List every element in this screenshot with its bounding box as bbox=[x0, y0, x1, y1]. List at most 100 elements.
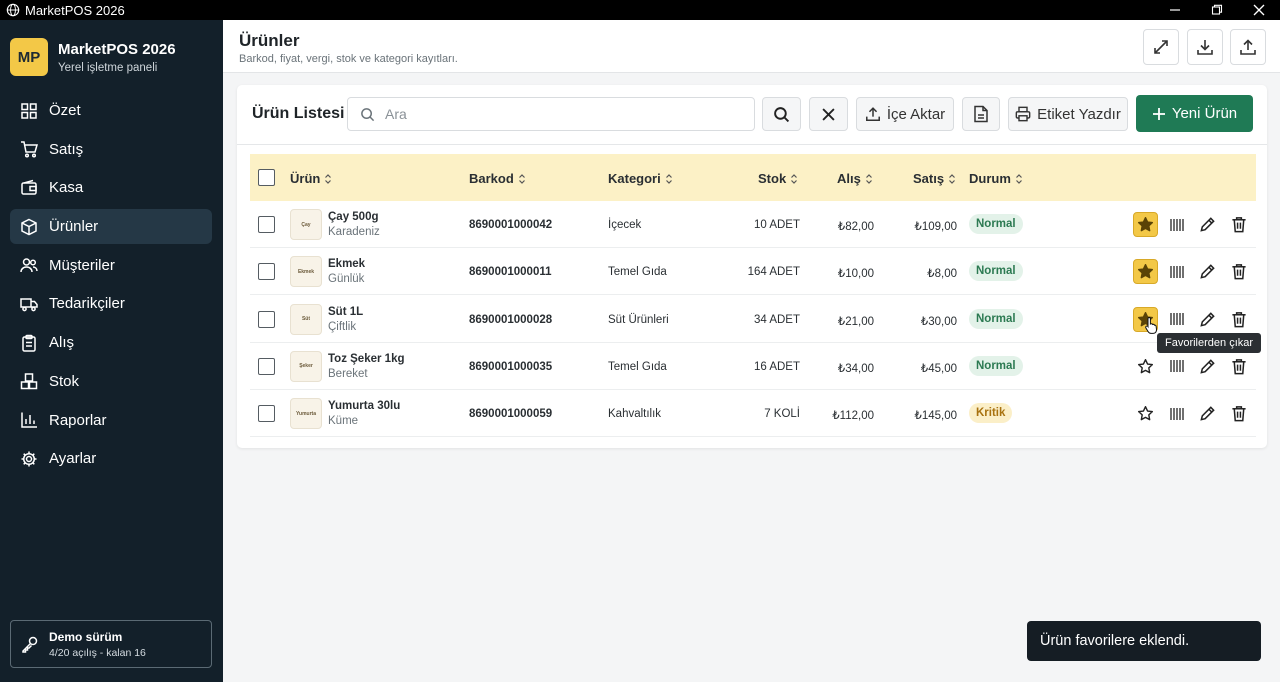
category-cell: Süt Ürünleri bbox=[608, 313, 669, 326]
edit-button[interactable] bbox=[1195, 212, 1220, 237]
table-row[interactable]: Şeker Toz Şeker 1kg Bereket 8690001000035 Te… bbox=[250, 343, 1256, 390]
barcode-button[interactable] bbox=[1164, 354, 1189, 379]
favorite-button[interactable] bbox=[1133, 401, 1158, 426]
favorite-button[interactable] bbox=[1133, 259, 1158, 285]
barcode-button[interactable] bbox=[1164, 212, 1189, 237]
sort-icon bbox=[865, 173, 872, 184]
edit-button[interactable] bbox=[1195, 259, 1220, 284]
column-header-product[interactable]: Ürün bbox=[290, 171, 332, 186]
delete-button[interactable] bbox=[1226, 212, 1251, 237]
product-name: Çay 500g bbox=[328, 211, 379, 223]
stock-cell: 34 ADET bbox=[753, 313, 800, 326]
sidebar-item-musteriler[interactable]: Müşteriler bbox=[10, 248, 212, 283]
buy-price-cell: ₺112,00 bbox=[832, 410, 874, 423]
toast-notification: Ürün favorilere eklendi. bbox=[1027, 621, 1261, 661]
row-checkbox[interactable] bbox=[258, 405, 275, 423]
star-icon bbox=[1137, 216, 1154, 232]
clear-search-button[interactable] bbox=[809, 97, 848, 131]
minimize-button[interactable] bbox=[1154, 0, 1196, 20]
buy-price-cell: ₺82,00 bbox=[837, 221, 874, 233]
sidebar-item-alis[interactable]: Alış bbox=[10, 325, 212, 360]
column-header-status[interactable]: Durum bbox=[969, 171, 1023, 186]
export-pdf-button[interactable] bbox=[962, 97, 1000, 131]
brand-logo: MP bbox=[10, 38, 48, 76]
trash-icon bbox=[1231, 406, 1246, 422]
edit-button[interactable] bbox=[1195, 354, 1220, 379]
edit-button[interactable] bbox=[1195, 307, 1220, 332]
fullscreen-icon bbox=[1154, 40, 1168, 54]
import-button[interactable]: İçe Aktar bbox=[856, 97, 954, 131]
sidebar-nav: Özet Satış Kasa Ürünler Müşteriler Tedar… bbox=[10, 93, 212, 480]
barcode-icon bbox=[1169, 313, 1184, 326]
page-title: Ürünler bbox=[239, 31, 300, 50]
window-controls bbox=[1154, 0, 1280, 20]
edit-button[interactable] bbox=[1195, 401, 1220, 426]
delete-button[interactable] bbox=[1226, 307, 1251, 332]
pencil-icon bbox=[1200, 311, 1215, 327]
license-panel[interactable]: Demo sürüm 4/20 açılış - kalan 16 bbox=[10, 620, 212, 668]
buy-price-cell: ₺21,00 bbox=[837, 315, 874, 328]
row-checkbox[interactable] bbox=[258, 216, 275, 233]
status-badge: Normal bbox=[969, 214, 1023, 234]
sell-price-cell: ₺30,00 bbox=[920, 315, 957, 328]
select-all-checkbox[interactable] bbox=[258, 169, 275, 186]
column-label: Ürün bbox=[290, 171, 321, 186]
sidebar-item-tedarikciler[interactable]: Tedarikçiler bbox=[10, 286, 212, 321]
search-icon bbox=[774, 106, 790, 122]
dashboard-icon bbox=[21, 102, 37, 119]
table-row[interactable]: Süt Süt 1L Çiftlik 8690001000028 Süt Ürünler… bbox=[250, 296, 1256, 343]
column-header-category[interactable]: Kategori bbox=[608, 171, 673, 186]
fullscreen-button[interactable] bbox=[1143, 29, 1179, 65]
barcode-cell: 8690001000042 bbox=[469, 219, 553, 231]
table-row[interactable]: Yumurta Yumurta 30lu Küme 8690001000059 Kahv… bbox=[250, 390, 1256, 438]
column-header-buy[interactable]: Alış bbox=[837, 171, 873, 186]
column-header-barcode[interactable]: Barkod bbox=[469, 171, 526, 186]
sidebar-item-stok[interactable]: Stok bbox=[10, 364, 212, 399]
row-checkbox[interactable] bbox=[258, 357, 275, 375]
column-header-stock[interactable]: Stok bbox=[758, 171, 798, 186]
download-button[interactable] bbox=[1187, 29, 1223, 65]
barcode-button[interactable] bbox=[1164, 307, 1189, 332]
buy-price-cell: ₺34,00 bbox=[837, 362, 874, 375]
barcode-cell: 8690001000011 bbox=[469, 266, 552, 279]
table-row[interactable]: Ekmek Ekmek Günlük 8690001000011 Temel Gıda 1… bbox=[250, 248, 1256, 296]
delete-button[interactable] bbox=[1226, 401, 1251, 426]
barcode-cell: 8690001000035 bbox=[469, 360, 553, 373]
sidebar-item-raporlar[interactable]: Raporlar bbox=[10, 403, 212, 438]
delete-button[interactable] bbox=[1226, 259, 1251, 284]
sidebar-item-ayarlar[interactable]: Ayarlar bbox=[10, 441, 212, 476]
search-input[interactable] bbox=[385, 106, 745, 122]
sidebar-item-label: Müşteriler bbox=[49, 256, 115, 274]
table-row[interactable]: Çay Çay 500g Karadeniz 8690001000042 İçecek 1… bbox=[250, 201, 1256, 248]
star-icon bbox=[1137, 406, 1154, 421]
truck-icon bbox=[20, 298, 38, 312]
brand-name: MarketPOS 2026 bbox=[58, 40, 176, 58]
star-icon bbox=[1137, 264, 1154, 279]
column-label: Kategori bbox=[608, 171, 661, 186]
document-icon bbox=[974, 105, 988, 123]
column-header-sell[interactable]: Satış bbox=[913, 171, 956, 186]
row-checkbox[interactable] bbox=[258, 263, 275, 281]
gear-icon bbox=[21, 451, 37, 467]
print-labels-button[interactable]: Etiket Yazdır bbox=[1008, 97, 1128, 131]
search-button[interactable] bbox=[762, 97, 801, 131]
row-checkbox[interactable] bbox=[258, 310, 275, 328]
search-box bbox=[347, 97, 755, 131]
barcode-button[interactable] bbox=[1164, 259, 1189, 284]
favorite-button[interactable] bbox=[1133, 212, 1158, 237]
close-window-button[interactable] bbox=[1238, 0, 1280, 20]
upload-button[interactable] bbox=[1230, 29, 1266, 65]
favorite-button[interactable] bbox=[1133, 354, 1158, 379]
sidebar-item-urunler[interactable]: Ürünler bbox=[10, 209, 212, 245]
new-product-button[interactable]: Yeni Ürün bbox=[1136, 95, 1253, 132]
delete-button[interactable] bbox=[1226, 354, 1251, 379]
sidebar-item-satis[interactable]: Satış bbox=[10, 132, 212, 167]
sidebar-item-kasa[interactable]: Kasa bbox=[10, 170, 212, 205]
barcode-button[interactable] bbox=[1164, 401, 1189, 426]
restore-button[interactable] bbox=[1196, 0, 1238, 20]
sidebar-item-ozet[interactable]: Özet bbox=[10, 93, 212, 128]
column-label: Alış bbox=[837, 171, 861, 186]
sidebar-item-label: Satış bbox=[49, 140, 84, 158]
status-badge: Normal bbox=[969, 308, 1023, 329]
product-thumbnail: Yumurta bbox=[290, 398, 322, 430]
